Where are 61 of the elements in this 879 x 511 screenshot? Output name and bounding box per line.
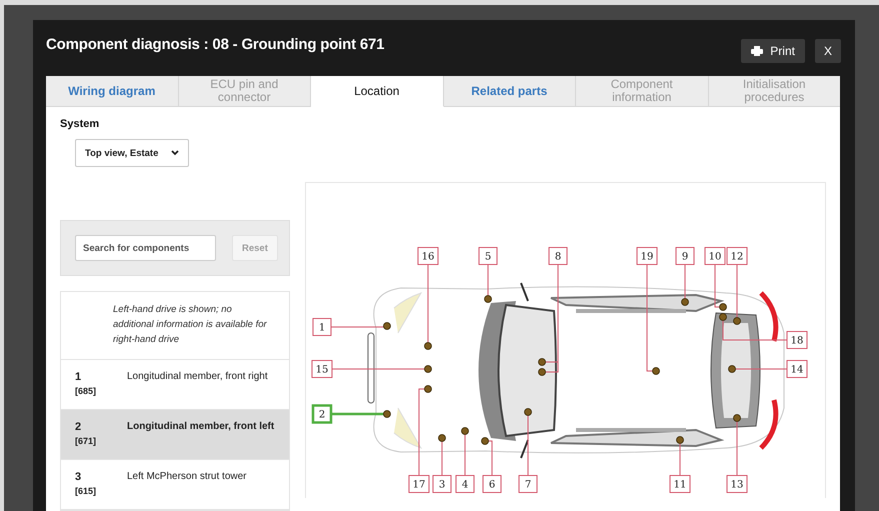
grounding-point-marker[interactable] [524, 408, 532, 416]
callout-label[interactable]: 2 [312, 404, 332, 424]
callout-label[interactable]: 3 [432, 475, 452, 493]
grounding-point-marker[interactable] [681, 298, 689, 306]
grounding-point-marker[interactable] [676, 436, 684, 444]
search-field[interactable]: Search for components [75, 235, 216, 261]
component-name: Longitudinal member, front right [127, 371, 268, 384]
grounding-point-marker[interactable] [484, 295, 492, 303]
callout-label[interactable]: 12 [726, 247, 748, 265]
callout-label[interactable]: 13 [726, 475, 748, 493]
callout-label[interactable]: 11 [670, 475, 690, 493]
dialog-title: Component diagnosis : 08 - Grounding point 671 [46, 36, 384, 54]
callout-label[interactable]: 15 [312, 360, 332, 378]
callout-label[interactable]: 16 [418, 247, 438, 265]
callout-label[interactable]: 10 [704, 247, 726, 265]
tab[interactable]: Related parts [444, 76, 576, 107]
callout-label[interactable]: 18 [786, 331, 808, 349]
callout-label[interactable]: 14 [786, 360, 808, 378]
callout-label[interactable]: 9 [676, 247, 694, 265]
grounding-point-marker[interactable] [383, 410, 391, 418]
grounding-point-marker[interactable] [438, 434, 446, 442]
component-code: [685] [75, 386, 96, 396]
callout-label[interactable]: 7 [518, 475, 538, 493]
callout-label[interactable]: 1 [312, 318, 332, 336]
component-code: [615] [75, 486, 96, 496]
grounding-point-marker[interactable] [733, 414, 741, 422]
grounding-point-marker[interactable] [733, 317, 741, 325]
grounding-point-marker[interactable] [383, 322, 391, 330]
grounding-point-marker[interactable] [719, 303, 727, 311]
component-code: [671] [75, 436, 96, 446]
grounding-point-marker[interactable] [424, 342, 432, 350]
component-row[interactable]: 3 [615] Left McPherson strut tower [61, 460, 289, 510]
close-button[interactable]: X [814, 39, 841, 63]
grounding-point-marker[interactable] [461, 427, 469, 435]
tab[interactable]: Wiring diagram [46, 76, 178, 107]
drive-note: Left-hand drive is shown; no additional information is available for right-hand drive [61, 292, 289, 360]
component-name: Left McPherson strut tower [127, 471, 246, 484]
callout-label[interactable]: 6 [482, 475, 502, 493]
component-number: 3 [75, 471, 82, 483]
callout-label[interactable]: 4 [456, 475, 474, 493]
component-name: Longitudinal member, front left [127, 421, 274, 434]
grounding-point-marker[interactable] [424, 385, 432, 393]
callout-label[interactable]: 19 [636, 247, 658, 265]
system-dropdown[interactable]: Top view, Estate [75, 139, 189, 167]
component-row[interactable]: 2 [671] Longitudinal member, front left [61, 410, 289, 460]
grounding-point-marker[interactable] [481, 437, 489, 445]
system-label: System [60, 118, 100, 130]
chevron-down-icon [171, 150, 179, 156]
callout-label[interactable]: 5 [478, 247, 498, 265]
grounding-point-marker[interactable] [538, 358, 546, 366]
print-button[interactable]: Print [741, 39, 805, 63]
grounding-point-marker[interactable] [719, 313, 727, 321]
callout-label[interactable]: 8 [548, 247, 568, 265]
grounding-point-marker[interactable] [652, 367, 660, 375]
callout-label[interactable]: 17 [408, 475, 430, 493]
grounding-point-marker[interactable] [424, 365, 432, 373]
component-number: 1 [75, 371, 82, 383]
grounding-point-marker[interactable] [538, 368, 546, 376]
printer-icon [751, 46, 764, 56]
component-number: 2 [75, 421, 82, 433]
grounding-point-marker[interactable] [728, 365, 736, 373]
